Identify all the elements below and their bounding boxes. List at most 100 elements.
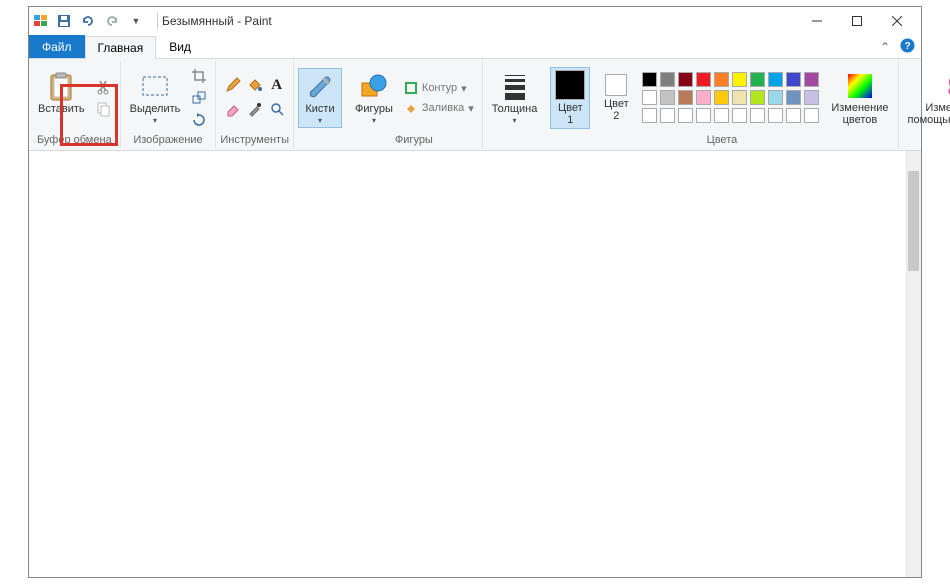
tab-home[interactable]: Главная — [85, 36, 157, 59]
group-image: Выделить ▾ Изображение — [121, 61, 217, 148]
palette-color[interactable] — [732, 72, 747, 87]
group-size-label — [513, 133, 516, 148]
minimize-button[interactable] — [797, 7, 837, 35]
select-label: Выделить — [130, 103, 181, 115]
color1-swatch — [555, 70, 585, 100]
tab-file[interactable]: Файл — [29, 35, 85, 58]
eraser-icon[interactable] — [223, 99, 243, 119]
svg-text:?: ? — [904, 41, 910, 52]
palette-color[interactable] — [732, 90, 747, 105]
palette-color[interactable] — [804, 108, 819, 123]
paste-button[interactable]: Вставить ▾ — [33, 68, 90, 127]
titlebar: ▼ Безымянный - Paint — [29, 7, 921, 35]
group-paint3d: Изменить с помощью Paint 3D — [899, 61, 950, 148]
palette-color[interactable] — [660, 90, 675, 105]
dropdown-arrow-icon: ▾ — [59, 116, 63, 125]
shapes-btn-label: Фигуры — [355, 103, 393, 115]
outline-label: Контур — [422, 82, 457, 94]
rotate-icon[interactable] — [189, 110, 209, 130]
palette-color[interactable] — [642, 90, 657, 105]
ribbon: Вставить ▾ Буфер обмена Выделить ▾ — [29, 59, 921, 151]
palette-color[interactable] — [768, 90, 783, 105]
palette-color[interactable] — [642, 108, 657, 123]
help-icon[interactable]: ? — [900, 38, 915, 56]
palette-color[interactable] — [804, 90, 819, 105]
group-clipboard: Вставить ▾ Буфер обмена — [29, 61, 121, 148]
color1-button[interactable]: Цвет 1 — [550, 67, 590, 129]
palette-color[interactable] — [714, 72, 729, 87]
group-tools: A Инструменты — [216, 61, 294, 148]
group-shapes-label: Фигуры — [395, 133, 433, 148]
tab-view[interactable]: Вид — [156, 35, 204, 58]
save-icon[interactable] — [55, 12, 73, 30]
vertical-scrollbar[interactable] — [906, 151, 921, 577]
scrollbar-thumb[interactable] — [908, 171, 919, 271]
shapes-button[interactable]: Фигуры ▾ — [350, 68, 398, 127]
resize-icon[interactable] — [189, 88, 209, 108]
palette-color[interactable] — [768, 108, 783, 123]
color2-swatch — [605, 74, 627, 96]
palette-color[interactable] — [714, 90, 729, 105]
shape-outline-button[interactable]: Контур ▾ — [402, 80, 476, 96]
ribbon-collapse-icon[interactable]: ⌃ — [880, 40, 890, 54]
size-button[interactable]: Толщина ▾ — [487, 68, 543, 127]
pencil-icon[interactable] — [223, 75, 243, 95]
palette-color[interactable] — [678, 72, 693, 87]
thickness-icon — [499, 71, 531, 103]
brushes-button[interactable]: Кисти ▾ — [298, 68, 342, 127]
edit-colors-button[interactable]: Изменение цветов — [826, 67, 893, 129]
palette-color[interactable] — [786, 90, 801, 105]
group-brushes: Кисти ▾ — [294, 61, 346, 148]
group-tools-label: Инструменты — [220, 133, 289, 148]
palette-color[interactable] — [714, 108, 729, 123]
dropdown-arrow-icon: ▾ — [318, 116, 322, 125]
select-button[interactable]: Выделить ▾ — [125, 68, 186, 127]
canvas[interactable] — [29, 151, 921, 577]
palette-color[interactable] — [696, 108, 711, 123]
maximize-button[interactable] — [837, 7, 877, 35]
palette-color[interactable] — [696, 72, 711, 87]
palette-color[interactable] — [660, 108, 675, 123]
crop-icon[interactable] — [189, 66, 209, 86]
palette-color[interactable] — [768, 72, 783, 87]
redo-icon[interactable] — [103, 12, 121, 30]
edit-colors-label: Изменение цветов — [831, 102, 888, 126]
palette-color[interactable] — [696, 90, 711, 105]
palette-color[interactable] — [786, 108, 801, 123]
palette-color[interactable] — [750, 72, 765, 87]
qat-separator — [157, 13, 158, 29]
palette-color[interactable] — [750, 108, 765, 123]
group-brushes-label — [318, 133, 321, 148]
fill-label: Заливка — [422, 102, 464, 114]
shape-fill-button[interactable]: Заливка ▾ — [402, 100, 476, 116]
color2-button[interactable]: Цвет 2 — [596, 71, 636, 125]
paint3d-button[interactable]: Изменить с помощью Paint 3D — [903, 67, 950, 129]
paste-label: Вставить — [38, 103, 85, 115]
ribbon-tabs: Файл Главная Вид ⌃ ? — [29, 35, 921, 59]
magnifier-icon[interactable] — [267, 99, 287, 119]
qat-customize-icon[interactable]: ▼ — [127, 12, 145, 30]
paint3d-icon — [939, 70, 950, 102]
undo-icon[interactable] — [79, 12, 97, 30]
palette-color[interactable] — [750, 90, 765, 105]
fill-icon[interactable] — [245, 75, 265, 95]
group-image-label: Изображение — [133, 133, 202, 148]
group-clipboard-label: Буфер обмена — [37, 133, 112, 148]
palette-color[interactable] — [804, 72, 819, 87]
palette-color[interactable] — [678, 108, 693, 123]
palette-color[interactable] — [678, 90, 693, 105]
select-rect-icon — [139, 71, 171, 103]
text-icon[interactable]: A — [267, 75, 287, 95]
cut-icon[interactable] — [94, 77, 114, 97]
outline-icon — [404, 81, 418, 95]
app-icon — [33, 13, 49, 29]
palette-color[interactable] — [660, 72, 675, 87]
group-colors-label: Цвета — [707, 133, 738, 148]
close-button[interactable] — [877, 7, 917, 35]
copy-icon[interactable] — [94, 99, 114, 119]
palette-color[interactable] — [786, 72, 801, 87]
palette-color[interactable] — [642, 72, 657, 87]
clipboard-icon — [45, 71, 77, 103]
color-picker-icon[interactable] — [245, 99, 265, 119]
palette-color[interactable] — [732, 108, 747, 123]
